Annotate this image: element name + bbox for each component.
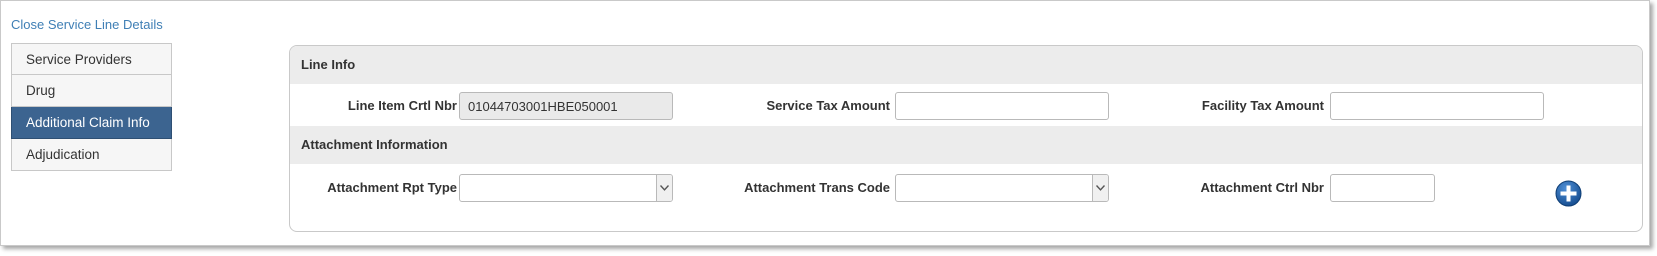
service-tax-label: Service Tax Amount <box>766 98 890 113</box>
service-line-details-window: Close Service Line Details Service Provi… <box>0 0 1650 246</box>
chevron-down-icon[interactable] <box>1092 175 1108 201</box>
attachment-trans-code-select[interactable] <box>895 174 1109 202</box>
claim-info-panel: Line Info Line Item Crtl Nbr Service Tax… <box>289 45 1643 232</box>
tab-adjudication[interactable]: Adjudication <box>11 139 172 171</box>
line-item-field[interactable] <box>459 92 673 120</box>
plus-circle-icon <box>1555 180 1582 207</box>
line-info-heading: Line Info <box>290 46 1642 84</box>
facility-tax-field[interactable] <box>1330 92 1544 120</box>
tab-drug[interactable]: Drug <box>11 75 172 107</box>
line-item-label: Line Item Crtl Nbr <box>347 98 457 113</box>
tab-service-providers[interactable]: Service Providers <box>11 43 172 75</box>
attachment-trans-code-label: Attachment Trans Code <box>744 180 890 195</box>
attachment-rpt-type-label: Attachment Rpt Type <box>327 180 457 195</box>
attachment-ctrl-nbr-label: Attachment Ctrl Nbr <box>1200 180 1324 195</box>
attachment-info-heading: Attachment Information <box>290 126 1642 164</box>
tab-additional-claim-info[interactable]: Additional Claim Info <box>11 107 172 139</box>
attachment-ctrl-nbr-field[interactable] <box>1330 174 1435 202</box>
chevron-down-icon[interactable] <box>656 175 672 201</box>
attachment-rpt-type-select[interactable] <box>459 174 673 202</box>
facility-tax-label: Facility Tax Amount <box>1201 98 1324 113</box>
service-tax-field[interactable] <box>895 92 1109 120</box>
detail-tabs: Service Providers Drug Additional Claim … <box>11 43 172 171</box>
close-service-line-details-link[interactable]: Close Service Line Details <box>11 17 163 32</box>
add-attachment-button[interactable] <box>1555 180 1582 207</box>
